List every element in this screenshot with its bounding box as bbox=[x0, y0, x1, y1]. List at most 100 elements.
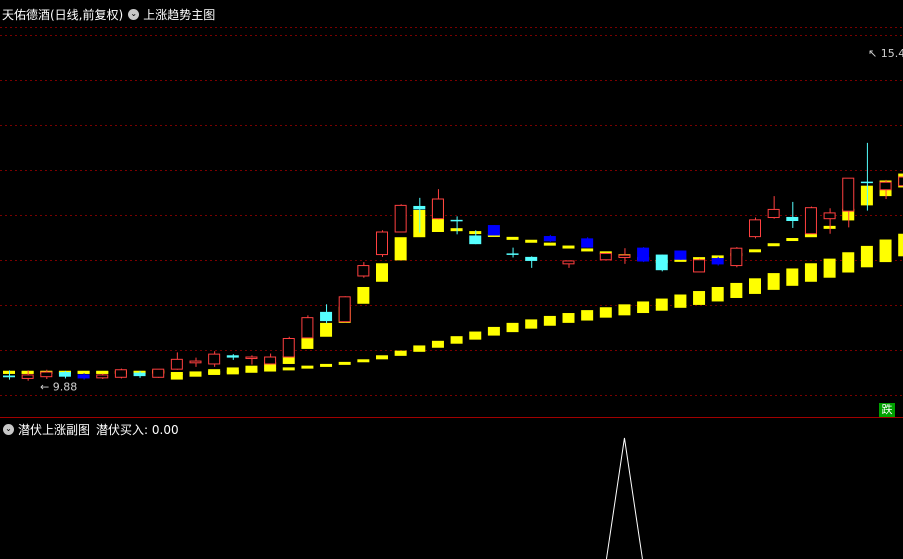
trend-band-upper-bar bbox=[226, 367, 239, 375]
candle-body bbox=[282, 337, 295, 358]
trend-band-lower-bar bbox=[618, 304, 631, 316]
trend-band-upper-bar bbox=[749, 249, 761, 253]
trend-band-upper-bar bbox=[506, 236, 519, 240]
candle-body bbox=[898, 176, 903, 187]
candle-body bbox=[506, 253, 519, 255]
trend-band-lower-bar bbox=[394, 350, 407, 356]
candle-body bbox=[189, 360, 202, 364]
candle-body bbox=[226, 355, 239, 358]
trend-band-lower-bar bbox=[506, 322, 519, 333]
trend-band-lower-bar bbox=[730, 282, 743, 298]
candle-body bbox=[152, 368, 165, 378]
sub-chart[interactable] bbox=[0, 418, 903, 559]
trend-band-lower-bar bbox=[562, 313, 575, 323]
candle-body bbox=[133, 372, 146, 377]
trend-band-lower-bar bbox=[301, 365, 314, 369]
trend-band-lower-bar bbox=[655, 298, 668, 311]
trend-band-lower-bar bbox=[543, 315, 556, 326]
trend-band-lower-bar bbox=[487, 326, 500, 336]
candle-body bbox=[58, 372, 71, 377]
trend-band-lower-bar bbox=[804, 263, 817, 282]
trend-band-lower-bar bbox=[898, 233, 903, 257]
candle-body bbox=[320, 311, 333, 322]
trend-band-lower-bar bbox=[879, 239, 892, 263]
main-title-bar: 天佑德酒(日线,前复权) ⌄ 上涨趋势主图 bbox=[2, 5, 215, 23]
trend-band-lower-bar bbox=[711, 286, 724, 302]
candle-body bbox=[618, 254, 631, 258]
candle-body bbox=[693, 259, 706, 273]
candle-body bbox=[599, 252, 612, 261]
trend-band-lower-bar bbox=[842, 252, 855, 273]
trend-band-lower-bar bbox=[860, 245, 873, 268]
candle-body bbox=[338, 296, 351, 323]
trend-band-upper-bar bbox=[96, 370, 109, 374]
candle-body bbox=[655, 254, 668, 271]
trend-band-lower-bar bbox=[357, 359, 370, 363]
buy-signal-line bbox=[605, 437, 643, 559]
candle-body bbox=[431, 198, 444, 220]
candle-body bbox=[170, 358, 183, 370]
candle-body bbox=[823, 212, 836, 220]
trend-band-lower-bar bbox=[637, 301, 650, 314]
candle-body bbox=[357, 265, 370, 277]
trend-band-upper-bar bbox=[581, 248, 594, 252]
candle-body bbox=[3, 375, 15, 378]
trend-band-lower-bar bbox=[581, 310, 594, 321]
high-price-label: ↖ 15.4 bbox=[868, 47, 903, 60]
candle-body bbox=[394, 204, 407, 233]
trend-band-upper-bar bbox=[786, 238, 799, 242]
trend-band-upper-bar bbox=[208, 369, 221, 375]
trend-band-upper-bar bbox=[320, 322, 333, 337]
low-price-label: ← 9.88 bbox=[40, 381, 77, 394]
trend-band-lower-bar bbox=[525, 319, 538, 329]
stock-title[interactable]: 天佑德酒(日线,前复权) bbox=[2, 6, 123, 23]
trend-band-lower-bar bbox=[320, 363, 333, 367]
trend-band-upper-bar bbox=[543, 242, 556, 246]
trend-band-upper-bar bbox=[189, 371, 202, 377]
candle-body bbox=[786, 216, 799, 221]
candle-body bbox=[879, 181, 892, 191]
candle-body bbox=[413, 205, 426, 210]
candle-body bbox=[562, 260, 575, 265]
candle-body bbox=[450, 219, 463, 222]
candle-body bbox=[487, 225, 500, 236]
candle-body bbox=[749, 219, 761, 238]
trend-band-upper-bar bbox=[245, 365, 258, 373]
candle-body bbox=[96, 374, 109, 379]
trend-band-lower-bar bbox=[693, 291, 706, 305]
trend-band-upper-bar bbox=[376, 263, 388, 282]
candle-body bbox=[730, 247, 743, 267]
sub-indicator-title[interactable]: 潜伏上涨副图 bbox=[18, 421, 90, 438]
fall-badge: 跌 bbox=[879, 403, 895, 417]
indicator-title[interactable]: 上涨趋势主图 bbox=[143, 6, 215, 23]
trend-band-lower-bar bbox=[823, 258, 836, 278]
chevron-down-icon[interactable]: ⌄ bbox=[128, 8, 140, 20]
main-chart[interactable]: ← 9.88 ↖ 15.4 bbox=[0, 0, 903, 417]
candle-body bbox=[208, 353, 221, 365]
candle-body bbox=[77, 374, 90, 379]
candle-body bbox=[525, 256, 538, 261]
candle-body bbox=[264, 356, 277, 365]
candle-body bbox=[245, 356, 258, 360]
candle-body bbox=[469, 235, 482, 245]
trend-band-lower-bar bbox=[376, 355, 388, 360]
trend-band-lower-bar bbox=[786, 268, 799, 286]
trend-band-lower-bar bbox=[674, 294, 687, 308]
candle-body bbox=[860, 181, 873, 184]
candle-body bbox=[581, 238, 594, 248]
trend-band-lower-bar bbox=[431, 340, 444, 348]
sub-title-bar: ⌄ 潜伏上涨副图 潜伏买入: 0.00 bbox=[3, 421, 179, 437]
candle-body bbox=[711, 258, 724, 265]
trend-band-lower-bar bbox=[599, 307, 612, 318]
trend-band-upper-bar bbox=[170, 374, 183, 380]
candle-body bbox=[637, 247, 650, 262]
trend-band-upper-bar bbox=[394, 237, 407, 261]
candle-body bbox=[21, 374, 34, 379]
trend-band-lower-bar bbox=[469, 331, 482, 340]
candle-body bbox=[376, 231, 388, 256]
chevron-down-icon[interactable]: ⌄ bbox=[3, 423, 14, 435]
candle-body bbox=[301, 317, 314, 339]
trend-band-lower-bar bbox=[282, 367, 295, 371]
trend-band-upper-bar bbox=[562, 245, 575, 249]
trend-band-upper-bar bbox=[525, 239, 538, 243]
